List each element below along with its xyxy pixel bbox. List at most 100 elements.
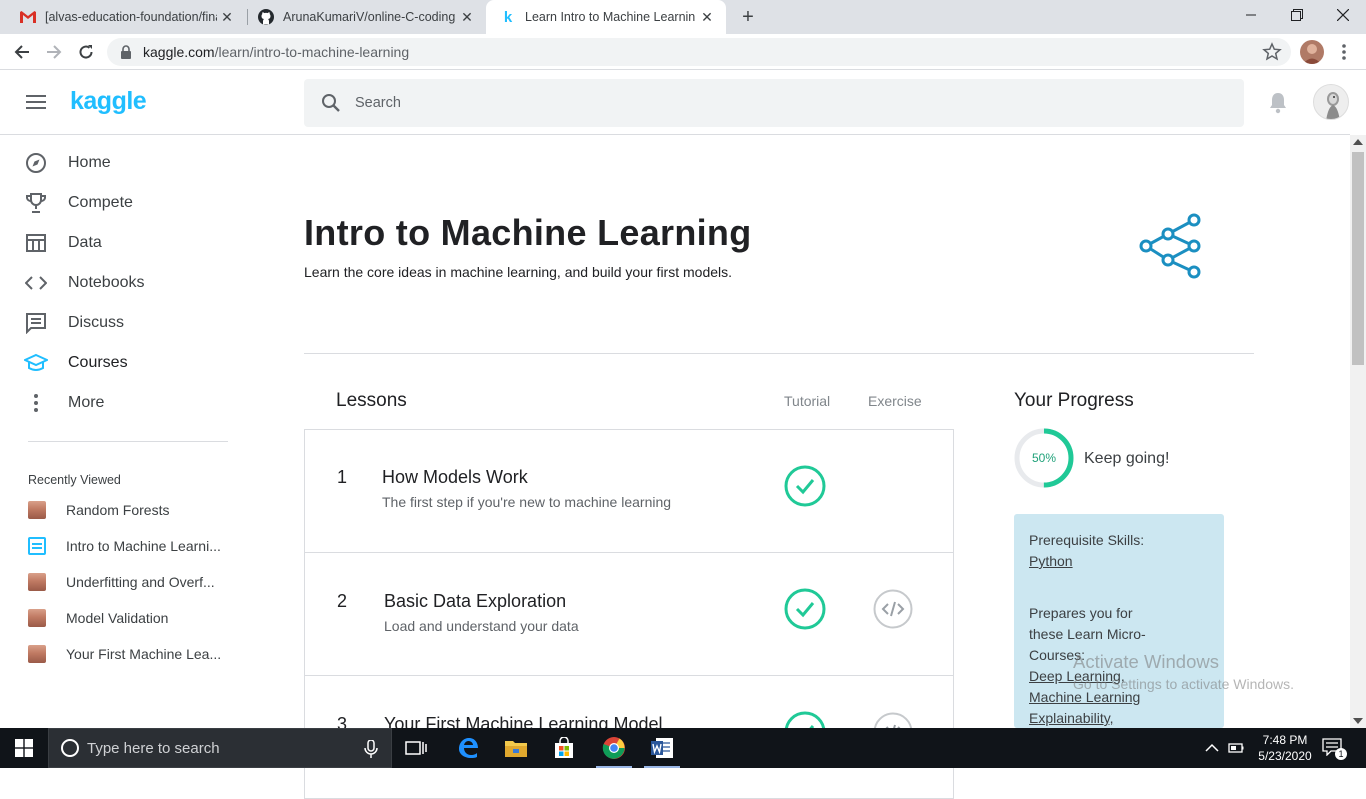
tutorial-complete-check-icon[interactable] xyxy=(784,465,826,507)
edge-browser-button[interactable] xyxy=(444,728,492,768)
sidebar-item-notebooks[interactable]: Notebooks xyxy=(24,267,145,299)
close-tab-icon[interactable]: ✕ xyxy=(458,8,476,26)
hamburger-menu-icon[interactable] xyxy=(26,95,46,109)
sidebar-item-courses[interactable]: Courses xyxy=(24,347,128,379)
lesson-title[interactable]: How Models Work xyxy=(382,467,528,488)
network-graph-icon xyxy=(1139,213,1201,279)
prereq-link-python[interactable]: Python xyxy=(1029,551,1209,572)
sidebar-item-data[interactable]: Data xyxy=(24,227,102,259)
search-placeholder: Search xyxy=(355,95,401,111)
tab-kaggle[interactable]: k Learn Intro to Machine Learning ✕ xyxy=(486,0,726,34)
section-divider xyxy=(304,353,1254,354)
recent-item-label: Intro to Machine Learni... xyxy=(66,538,221,554)
url-host: kaggle.com xyxy=(143,44,215,60)
browser-toolbar: kaggle.com/learn/intro-to-machine-learni… xyxy=(0,34,1366,70)
bell-icon[interactable] xyxy=(1268,92,1288,114)
notebook-icon xyxy=(28,537,46,555)
restore-icon xyxy=(1291,9,1303,21)
recent-item[interactable]: Model Validation xyxy=(28,607,232,629)
sidebar-item-discuss[interactable]: Discuss xyxy=(24,307,124,339)
scroll-up-arrow-icon[interactable] xyxy=(1353,139,1363,145)
prerequisites-panel: Prerequisite Skills: Python Prepares you… xyxy=(1014,514,1224,728)
url-path: /learn/intro-to-machine-learning xyxy=(214,44,410,60)
arrow-left-icon xyxy=(14,45,29,59)
close-tab-icon[interactable]: ✕ xyxy=(218,8,236,26)
activate-windows-hint: Go to Settings to activate Windows. xyxy=(1073,676,1294,692)
back-button[interactable] xyxy=(10,40,34,64)
graduation-cap-icon xyxy=(24,351,48,375)
restore-button[interactable] xyxy=(1274,0,1320,30)
taskbar-search-input[interactable]: Type here to search xyxy=(48,728,392,768)
user-thumbnail-icon xyxy=(28,609,46,627)
battery-icon[interactable] xyxy=(1228,741,1244,755)
chevron-up-icon[interactable] xyxy=(1205,742,1219,754)
close-tab-icon[interactable]: ✕ xyxy=(698,8,716,26)
lock-icon xyxy=(121,45,131,59)
microphone-icon[interactable] xyxy=(364,740,378,758)
tutorial-complete-check-icon[interactable] xyxy=(784,588,826,630)
exercise-column-header: Exercise xyxy=(868,393,922,409)
recent-item-label: Underfitting and Overf... xyxy=(66,574,215,590)
table-icon xyxy=(24,231,48,255)
recent-item[interactable]: Underfitting and Overf... xyxy=(28,571,232,593)
lesson-number: 1 xyxy=(337,467,348,487)
minimize-icon xyxy=(1246,14,1256,16)
chrome-icon xyxy=(602,737,625,759)
address-bar[interactable]: kaggle.com/learn/intro-to-machine-learni… xyxy=(107,38,1291,66)
tab-title: Learn Intro to Machine Learning xyxy=(525,10,695,24)
chrome-button[interactable] xyxy=(590,728,638,768)
notification-count-badge: 1 xyxy=(1335,748,1347,760)
close-window-button[interactable] xyxy=(1320,0,1366,30)
code-icon xyxy=(24,271,48,295)
tab-github[interactable]: ArunaKumariV/online-C-coding ✕ xyxy=(248,0,486,34)
new-tab-button[interactable]: + xyxy=(737,6,759,28)
tab-gmail[interactable]: [alvas-education-foundation/fina ✕ xyxy=(8,0,246,34)
tutorial-column-header: Tutorial xyxy=(784,393,831,409)
start-button[interactable] xyxy=(0,728,48,768)
lesson-title[interactable]: Basic Data Exploration xyxy=(384,591,566,612)
scroll-down-arrow-icon[interactable] xyxy=(1353,718,1363,724)
sidebar-item-home[interactable]: Home xyxy=(24,147,111,179)
recent-item[interactable]: Intro to Machine Learni... xyxy=(28,535,232,557)
exercise-code-icon[interactable] xyxy=(873,589,913,629)
word-button[interactable] xyxy=(638,728,686,768)
site-header: kaggle Search xyxy=(0,70,1350,135)
lesson-card[interactable]: 1 How Models Work The first step if you'… xyxy=(304,429,954,553)
user-thumbnail-icon xyxy=(28,573,46,591)
prepares-link[interactable]: Explainability, xyxy=(1029,708,1209,729)
store-button[interactable] xyxy=(540,728,588,768)
forward-button[interactable] xyxy=(42,40,66,64)
system-clock[interactable]: 7:48 PM 5/23/2020 xyxy=(1252,732,1318,764)
notifications-button[interactable]: 1 xyxy=(1322,738,1347,760)
task-view-button[interactable] xyxy=(392,728,440,768)
recent-item-label: Model Validation xyxy=(66,610,169,626)
kaggle-logo[interactable]: kaggle xyxy=(70,87,147,116)
more-vertical-icon xyxy=(24,391,48,415)
kaggle-icon: k xyxy=(503,8,513,26)
progress-percent: 50% xyxy=(1031,451,1057,465)
gmail-icon xyxy=(20,9,36,25)
bookmark-star-icon[interactable] xyxy=(1262,42,1282,62)
recent-item[interactable]: Your First Machine Lea... xyxy=(28,643,232,665)
sidebar-item-compete[interactable]: Compete xyxy=(24,187,133,219)
minimize-button[interactable] xyxy=(1228,0,1274,30)
user-avatar[interactable] xyxy=(1313,84,1349,120)
sidebar-item-more[interactable]: More xyxy=(24,387,104,419)
page-scrollbar[interactable] xyxy=(1350,135,1366,728)
windows-logo-icon xyxy=(15,739,33,757)
search-icon xyxy=(322,94,340,112)
reload-button[interactable] xyxy=(74,40,98,64)
arrow-right-icon xyxy=(47,45,62,59)
search-input[interactable]: Search xyxy=(304,79,1244,127)
sidebar-item-label: Courses xyxy=(68,354,128,371)
sidebar: Home Compete Data Notebooks Discuss Cour… xyxy=(0,135,260,728)
recent-item[interactable]: Random Forests xyxy=(28,499,232,521)
more-vertical-icon[interactable] xyxy=(1336,42,1352,62)
prereq-label: Prerequisite Skills: xyxy=(1029,532,1145,548)
scrollbar-thumb[interactable] xyxy=(1352,152,1364,365)
lesson-card[interactable]: 2 Basic Data Exploration Load and unders… xyxy=(304,552,954,676)
profile-avatar[interactable] xyxy=(1300,40,1324,64)
recent-item-label: Your First Machine Lea... xyxy=(66,646,222,662)
file-explorer-button[interactable] xyxy=(492,728,540,768)
lesson-description: Load and understand your data xyxy=(384,618,579,634)
